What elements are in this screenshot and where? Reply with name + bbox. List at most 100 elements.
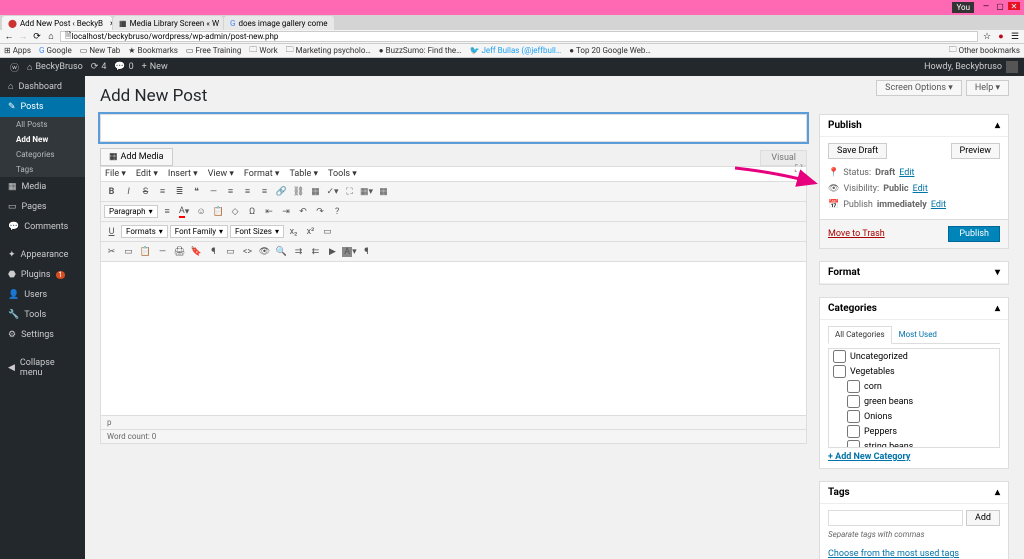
edit-status-link[interactable]: Edit	[899, 168, 914, 178]
close-icon[interactable]: ×	[110, 19, 112, 28]
unlink-icon[interactable]: ⛓	[291, 184, 306, 199]
rtl-icon[interactable]: ⇇	[308, 244, 323, 259]
sidebar-sub-all-posts[interactable]: All Posts	[0, 117, 85, 132]
copy2-icon[interactable]: ▭	[121, 244, 136, 259]
apps-button[interactable]: ⊞ Apps	[4, 46, 31, 55]
hr-icon[interactable]: —	[206, 184, 221, 199]
pinterest-icon[interactable]: ●	[996, 32, 1006, 42]
bookmark-item[interactable]: G Google	[39, 46, 72, 55]
category-item[interactable]: Uncategorized	[829, 349, 999, 364]
category-checkbox[interactable]	[847, 425, 860, 438]
menu-view[interactable]: View ▾	[208, 169, 234, 179]
browser-tab[interactable]: ▦Media Library Screen « W×	[113, 16, 223, 30]
avatar[interactable]	[1006, 61, 1018, 73]
menu-format[interactable]: Format ▾	[244, 169, 280, 179]
edit-date-link[interactable]: Edit	[931, 200, 946, 210]
bullet-list-icon[interactable]: ≡	[155, 184, 170, 199]
italic-icon[interactable]: I	[121, 184, 136, 199]
bookmark-icon[interactable]: 🔖	[189, 244, 204, 259]
preview-button[interactable]: Preview	[951, 143, 1000, 159]
font-family-select[interactable]: Font Family ▾	[170, 225, 228, 238]
help-icon[interactable]: ?	[330, 204, 345, 219]
print-icon[interactable]: 🖨	[172, 244, 187, 259]
bookmark-item[interactable]: ● BuzzSumo: Find the…	[379, 46, 462, 55]
most-used-tab[interactable]: Most Used	[892, 326, 944, 343]
align-left-icon[interactable]: ≡	[223, 184, 238, 199]
sidebar-appearance[interactable]: ✦Appearance	[0, 245, 85, 265]
maximize-button[interactable]: ▢	[994, 2, 1006, 10]
align-right-icon[interactable]: ≡	[257, 184, 272, 199]
bookmark-folder[interactable]: 🗀 Marketing psycholo…	[286, 44, 371, 58]
indent-icon[interactable]: ⇥	[279, 204, 294, 219]
category-item[interactable]: Vegetables	[829, 364, 999, 379]
menu-edit[interactable]: Edit ▾	[136, 169, 158, 179]
help-button[interactable]: Help ▾	[966, 80, 1009, 96]
move-to-trash-link[interactable]: Move to Trash	[828, 229, 885, 239]
howdy-user[interactable]: Howdy, Beckybruso	[924, 62, 1002, 72]
media-icon[interactable]: ▶	[325, 244, 340, 259]
screen-options-button[interactable]: Screen Options ▾	[876, 80, 962, 96]
bookmark-folder[interactable]: 🗀 Work	[249, 44, 277, 58]
color-icon[interactable]: A▾	[177, 204, 192, 219]
menu-table[interactable]: Table ▾	[289, 169, 318, 179]
outdent-icon[interactable]: ⇤	[262, 204, 277, 219]
choose-tags-link[interactable]: Choose from the most used tags	[828, 549, 959, 559]
tags-input[interactable]	[828, 510, 963, 526]
formats-select[interactable]: Formats ▾	[121, 225, 168, 238]
new-button[interactable]: + New	[138, 62, 172, 72]
sidebar-media[interactable]: ▦Media	[0, 177, 85, 197]
category-checkbox[interactable]	[833, 365, 846, 378]
visualblocks-icon[interactable]: ▭	[223, 244, 238, 259]
fullscreen-icon[interactable]: ⛶	[342, 184, 357, 199]
updates-icon[interactable]: ⟳ 4	[87, 62, 111, 72]
toggle-icon[interactable]: ▾	[995, 267, 1000, 278]
sidebar-plugins[interactable]: ⬣Plugins 1	[0, 265, 85, 285]
bookmark-item[interactable]: ★ Bookmarks	[128, 46, 178, 55]
distraction-free-icon[interactable]: ⛶	[795, 164, 802, 175]
wp-logo[interactable]: ⓦ	[6, 61, 23, 74]
browser-tab[interactable]: Gdoes image gallery come×	[224, 16, 334, 30]
paste-icon[interactable]: 📋	[138, 244, 153, 259]
close-button[interactable]: ✕	[1008, 2, 1020, 10]
undo-icon[interactable]: ↶	[296, 204, 311, 219]
reload-button[interactable]: ⟳	[32, 32, 42, 42]
bookmark-item[interactable]: ● Top 20 Google Web…	[569, 46, 651, 55]
copy-icon[interactable]: ▭	[320, 224, 335, 239]
sidebar-comments[interactable]: 💬Comments	[0, 217, 85, 237]
comments-icon[interactable]: 💬 0	[110, 62, 137, 72]
spell-icon[interactable]: ✓▾	[325, 184, 340, 199]
blockquote-icon[interactable]: ❝	[189, 184, 204, 199]
sub-icon[interactable]: x₂	[286, 224, 301, 239]
char-icon[interactable]: Ω	[245, 204, 260, 219]
post-title-input[interactable]	[100, 114, 807, 142]
home-button[interactable]: ⌂	[46, 32, 56, 42]
menu-insert[interactable]: Insert ▾	[168, 169, 198, 179]
forward-button[interactable]: →	[18, 32, 28, 42]
table-icon[interactable]: ▦▾	[359, 184, 374, 199]
add-tag-button[interactable]: Add	[966, 510, 1000, 526]
align-center-icon[interactable]: ≡	[240, 184, 255, 199]
menu-file[interactable]: File ▾	[105, 169, 126, 179]
toolbar-toggle-icon[interactable]: ▦	[376, 184, 391, 199]
bookmark-item[interactable]: 🐦 Jeff Bullas (@jeffbull…	[469, 46, 561, 55]
hr2-icon[interactable]: —	[155, 244, 170, 259]
category-checkbox[interactable]	[847, 410, 860, 423]
category-checkbox[interactable]	[847, 380, 860, 393]
site-name[interactable]: ⌂ BeckyBruso	[23, 62, 87, 73]
toggle-icon[interactable]: ▴	[995, 303, 1000, 314]
sidebar-sub-categories[interactable]: Categories	[0, 147, 85, 162]
content-editor[interactable]	[100, 261, 807, 416]
ltr-icon[interactable]: ⇉	[291, 244, 306, 259]
strikethrough-icon[interactable]: S	[138, 184, 153, 199]
category-checkbox[interactable]	[833, 350, 846, 363]
toggle-icon[interactable]: ▴	[995, 120, 1000, 131]
numbered-list-icon[interactable]: ≣	[172, 184, 187, 199]
cut-icon[interactable]: ✂	[104, 244, 119, 259]
visualchars-icon[interactable]: ¶	[206, 244, 221, 259]
edit-visibility-link[interactable]: Edit	[913, 184, 928, 194]
browser-tab[interactable]: ⬤Add New Post ‹ BeckyB×	[2, 16, 112, 30]
publish-button[interactable]: Publish	[948, 226, 1000, 242]
save-draft-button[interactable]: Save Draft	[828, 143, 887, 159]
sidebar-pages[interactable]: ▭Pages	[0, 197, 85, 217]
clear-icon[interactable]: ◇	[228, 204, 243, 219]
